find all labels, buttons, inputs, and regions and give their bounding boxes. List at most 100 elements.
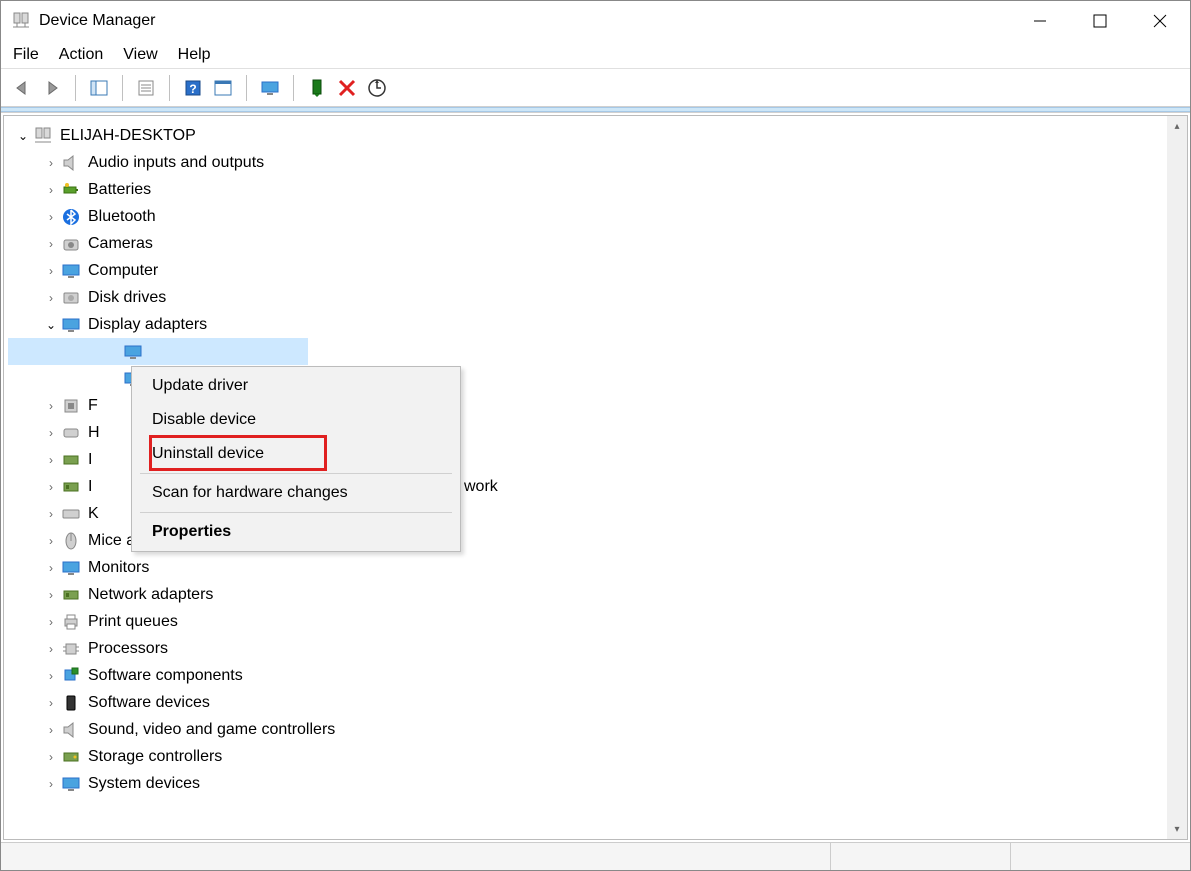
caret-right-icon[interactable]: › (42, 393, 60, 419)
ctx-disable-device[interactable]: Disable device (132, 403, 460, 437)
tree-category[interactable]: › Batteries (8, 176, 1183, 203)
properties-button[interactable] (133, 75, 159, 101)
update-driver-button[interactable] (210, 75, 236, 101)
tree-category[interactable]: › Network adapters (8, 581, 1183, 608)
firmware-icon (60, 395, 82, 417)
toolbar-separator (122, 75, 123, 101)
tree-category[interactable]: › Monitors (8, 554, 1183, 581)
caret-right-icon[interactable]: › (42, 663, 60, 689)
tree-category-label: I (88, 474, 92, 500)
close-button[interactable] (1130, 1, 1190, 41)
tree-category[interactable]: › Sound, video and game controllers (8, 716, 1183, 743)
tree-category[interactable]: › Computer (8, 257, 1183, 284)
status-cell (830, 843, 1010, 870)
menu-action[interactable]: Action (59, 46, 103, 64)
software-component-icon (60, 665, 82, 687)
cpu-icon (60, 638, 82, 660)
tree-category[interactable]: › System devices (8, 770, 1183, 797)
svg-text:?: ? (189, 82, 196, 96)
tree-category[interactable]: › Disk drives (8, 284, 1183, 311)
tree-category-label: Computer (88, 258, 158, 284)
mouse-icon (60, 530, 82, 552)
show-hide-console-tree-button[interactable] (86, 75, 112, 101)
maximize-button[interactable] (1070, 1, 1130, 41)
tree-category-label: Sound, video and game controllers (88, 717, 335, 743)
caret-right-icon[interactable]: › (42, 204, 60, 230)
ctx-scan-hardware[interactable]: Scan for hardware changes (132, 476, 460, 510)
caret-right-icon[interactable]: › (42, 690, 60, 716)
tree-category-label: Audio inputs and outputs (88, 150, 264, 176)
minimize-button[interactable] (1010, 1, 1070, 41)
scroll-down-icon[interactable]: ▾ (1167, 819, 1187, 839)
caret-right-icon[interactable]: › (42, 717, 60, 743)
tree-category[interactable]: › Storage controllers (8, 743, 1183, 770)
caret-right-icon[interactable]: › (42, 231, 60, 257)
tree-category[interactable]: › Processors (8, 635, 1183, 662)
tree-category-label: I (88, 447, 92, 473)
tree-category-display-adapters[interactable]: ⌄ Display adapters (8, 311, 1183, 338)
tree-category[interactable]: › Bluetooth (8, 203, 1183, 230)
menu-help[interactable]: Help (178, 46, 211, 64)
disk-icon (60, 287, 82, 309)
menu-file[interactable]: File (13, 46, 39, 64)
tree-category[interactable]: › Software components (8, 662, 1183, 689)
ctx-update-driver[interactable]: Update driver (132, 369, 460, 403)
device-manager-window: Device Manager File Action View Help ? (0, 0, 1191, 871)
caret-right-icon[interactable]: › (42, 744, 60, 770)
tree-category[interactable]: › Audio inputs and outputs (8, 149, 1183, 176)
caret-open-icon[interactable]: ⌄ (14, 123, 32, 149)
caret-right-icon[interactable]: › (42, 474, 60, 500)
ide-icon (60, 449, 82, 471)
software-device-icon (60, 692, 82, 714)
tree-category-label: Processors (88, 636, 168, 662)
caret-right-icon[interactable]: › (42, 771, 60, 797)
app-icon (11, 11, 31, 31)
speaker-icon (60, 152, 82, 174)
tree-category-label: H (88, 420, 100, 446)
forward-button[interactable] (39, 75, 65, 101)
tree-category-label: F (88, 393, 98, 419)
tree-category[interactable]: › Cameras (8, 230, 1183, 257)
printer-icon (60, 611, 82, 633)
help-button[interactable]: ? (180, 75, 206, 101)
caret-right-icon[interactable]: › (42, 177, 60, 203)
caret-open-icon[interactable]: ⌄ (42, 312, 60, 338)
ctx-uninstall-device[interactable]: Uninstall device (132, 437, 460, 471)
uninstall-device-button[interactable] (334, 75, 360, 101)
tree-root[interactable]: ⌄ ELIJAH-DESKTOP (8, 122, 1183, 149)
tree-category-label: Monitors (88, 555, 149, 581)
tree-category-label: Batteries (88, 177, 151, 203)
caret-right-icon[interactable]: › (42, 420, 60, 446)
caret-right-icon[interactable]: › (42, 258, 60, 284)
vertical-scrollbar[interactable]: ▴ ▾ (1167, 116, 1187, 839)
context-menu: Update driver Disable device Uninstall d… (131, 366, 461, 552)
status-cell (1010, 843, 1190, 870)
scan-hardware-button[interactable] (364, 75, 390, 101)
caret-right-icon[interactable]: › (42, 528, 60, 554)
scroll-up-icon[interactable]: ▴ (1167, 116, 1187, 136)
toolbar-separator (246, 75, 247, 101)
tree-category-label: System devices (88, 771, 200, 797)
tree-category[interactable]: › Software devices (8, 689, 1183, 716)
caret-right-icon[interactable]: › (42, 582, 60, 608)
ctx-properties[interactable]: Properties (132, 515, 460, 549)
caret-right-icon[interactable]: › (42, 447, 60, 473)
tree-category-label: Print queues (88, 609, 178, 635)
tree-category-label: Display adapters (88, 312, 207, 338)
tree-device-selected[interactable] (8, 338, 308, 365)
computer-icon (32, 125, 54, 147)
caret-right-icon[interactable]: › (42, 285, 60, 311)
menu-view[interactable]: View (123, 46, 157, 64)
back-button[interactable] (9, 75, 35, 101)
menubar: File Action View Help (1, 41, 1190, 69)
enable-device-button[interactable] (304, 75, 330, 101)
caret-right-icon[interactable]: › (42, 150, 60, 176)
network-card-icon (60, 476, 82, 498)
caret-right-icon[interactable]: › (42, 609, 60, 635)
caret-right-icon[interactable]: › (42, 636, 60, 662)
tree-category[interactable]: › Print queues (8, 608, 1183, 635)
caret-right-icon[interactable]: › (42, 555, 60, 581)
scan-monitor-button[interactable] (257, 75, 283, 101)
caret-right-icon[interactable]: › (42, 501, 60, 527)
tree-category-label-suffix: work (464, 474, 498, 500)
